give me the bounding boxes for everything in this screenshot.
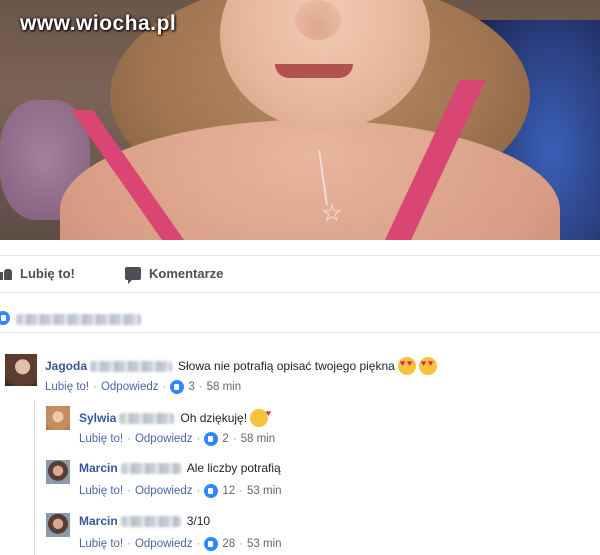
comment-time[interactable]: 58 min <box>207 381 242 393</box>
blurred-reactors <box>16 314 141 325</box>
thumbs-up-icon <box>0 268 12 280</box>
comment-text: Ale liczby potrafią <box>186 461 281 475</box>
blurred-surname <box>120 462 181 474</box>
like-count-icon <box>204 432 219 446</box>
post-photo[interactable]: ☆ www.wiocha.pl <box>0 0 600 240</box>
comment-text: Oh dziękuję! <box>180 411 248 425</box>
like-count-icon <box>204 484 219 498</box>
comment-like-link[interactable]: Lubię to! <box>79 485 123 497</box>
like-count[interactable]: 2 <box>222 433 228 445</box>
avatar[interactable] <box>46 460 70 484</box>
avatar[interactable] <box>46 406 70 430</box>
comment-text: Słowa nie potrafią opisać twojego piękna <box>178 359 395 373</box>
heart-eyes-emoji-icon <box>397 357 416 375</box>
like-reaction-icon <box>0 309 12 327</box>
star-pendant-icon: ☆ <box>321 200 343 227</box>
like-count-icon <box>204 537 219 551</box>
comment-time[interactable]: 58 min <box>241 433 276 445</box>
photo-nose <box>295 0 341 40</box>
comment-author[interactable]: Sylwia <box>79 411 116 425</box>
comment-reply-link[interactable]: Odpowiedz <box>101 381 159 393</box>
comment-like-link[interactable]: Lubię to! <box>79 538 123 550</box>
like-count[interactable]: 12 <box>222 485 235 497</box>
photo-smile <box>275 64 353 78</box>
avatar[interactable] <box>5 354 37 386</box>
like-count-icon <box>170 380 185 394</box>
heart-eyes-emoji-icon <box>418 357 437 375</box>
comment-button-label: Komentarze <box>149 266 224 281</box>
comment-like-link[interactable]: Lubię to! <box>79 433 123 445</box>
post-action-bar: Lubię to! Komentarze <box>0 255 600 293</box>
comment-author[interactable]: Marcin <box>79 514 118 528</box>
comment-reply-link[interactable]: Odpowiedz <box>135 433 193 445</box>
like-count[interactable]: 28 <box>222 538 235 550</box>
comment-author[interactable]: Marcin <box>79 461 118 475</box>
comment-button[interactable]: Komentarze <box>125 266 224 284</box>
comment-reply-link[interactable]: Odpowiedz <box>135 538 193 550</box>
avatar[interactable] <box>46 513 70 537</box>
watermark: www.wiocha.pl <box>20 12 177 35</box>
kiss-emoji-icon <box>250 408 271 427</box>
like-button[interactable]: Lubię to! <box>0 266 75 281</box>
comment-text: 3/10 <box>186 514 211 528</box>
comment-like-link[interactable]: Lubię to! <box>45 381 89 393</box>
blurred-surname <box>120 515 181 527</box>
comment-time[interactable]: 53 min <box>247 485 282 497</box>
blurred-surname <box>119 412 175 424</box>
comment-bubble-icon <box>125 267 141 284</box>
like-count[interactable]: 3 <box>188 381 194 393</box>
reactions-summary[interactable] <box>0 303 600 333</box>
reply-thread-line <box>34 400 35 555</box>
comment-reply-link[interactable]: Odpowiedz <box>135 485 193 497</box>
comment-time[interactable]: 53 min <box>247 538 282 550</box>
like-button-label: Lubię to! <box>20 266 75 281</box>
blurred-surname <box>90 360 173 372</box>
comment-author[interactable]: Jagoda <box>45 359 87 373</box>
